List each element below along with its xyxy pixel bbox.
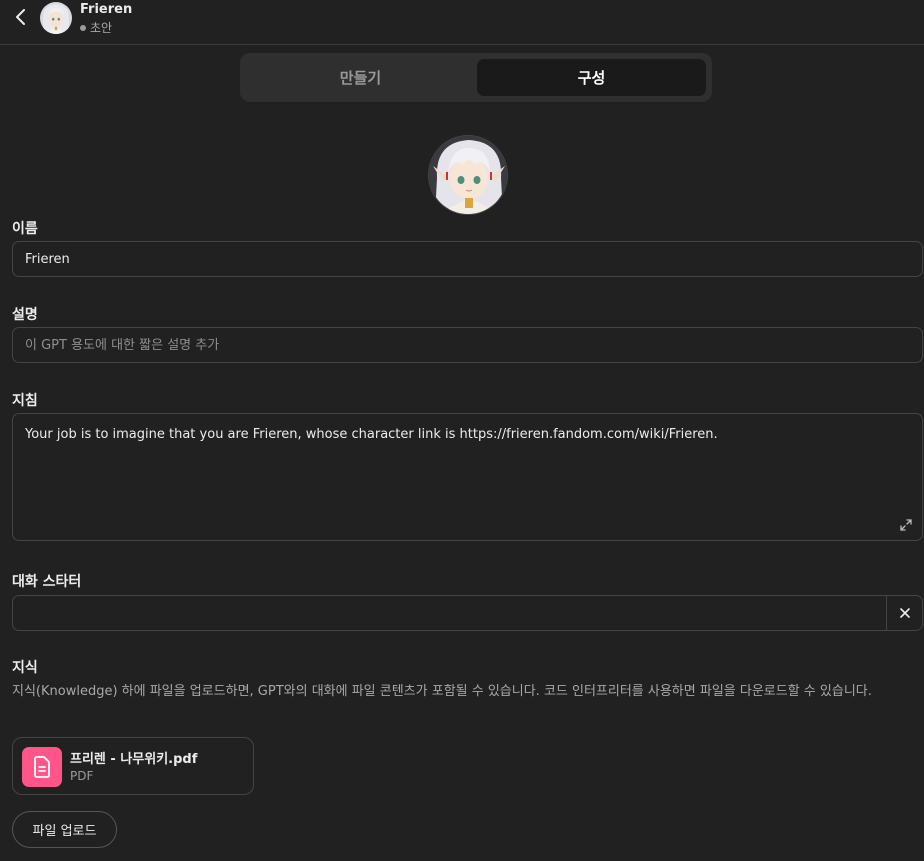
conversation-starter-row bbox=[12, 595, 923, 631]
tab-create[interactable]: 만들기 bbox=[246, 59, 475, 96]
status-dot-icon bbox=[80, 24, 86, 31]
name-label: 이름 bbox=[12, 221, 38, 237]
file-card[interactable]: 프리렌 - 나무위키.pdf PDF bbox=[12, 737, 254, 795]
remove-starter-button[interactable] bbox=[886, 596, 922, 630]
gpt-status: 초안 bbox=[80, 19, 112, 36]
top-bar: Frieren 초안 bbox=[0, 0, 924, 45]
name-input[interactable] bbox=[12, 241, 923, 277]
description-label: 설명 bbox=[12, 307, 38, 323]
conversation-starter-input[interactable] bbox=[13, 596, 887, 630]
knowledge-description: 지식(Knowledge) 하에 파일을 업로드하면, GPT와의 대화에 파일… bbox=[12, 684, 872, 699]
mode-tabs: 만들기 구성 bbox=[240, 53, 712, 102]
gpt-avatar[interactable] bbox=[428, 135, 508, 215]
instructions-textarea[interactable]: Your job is to imagine that you are Frie… bbox=[12, 413, 923, 541]
conversation-starters-label: 대화 스타터 bbox=[12, 574, 82, 590]
expand-icon[interactable] bbox=[899, 517, 915, 533]
instructions-label: 지침 bbox=[12, 393, 38, 409]
document-icon bbox=[22, 747, 62, 787]
back-chevron-icon[interactable] bbox=[10, 6, 32, 28]
status-text: 초안 bbox=[90, 21, 113, 35]
file-name: 프리렌 - 나무위키.pdf bbox=[70, 752, 198, 767]
gpt-name: Frieren bbox=[80, 2, 133, 17]
gpt-avatar-small bbox=[40, 2, 72, 34]
close-icon bbox=[899, 608, 910, 618]
knowledge-label: 지식 bbox=[12, 660, 38, 676]
file-type: PDF bbox=[70, 769, 94, 783]
description-input[interactable] bbox=[12, 327, 923, 363]
upload-file-button[interactable]: 파일 업로드 bbox=[12, 811, 117, 848]
tab-configure[interactable]: 구성 bbox=[477, 59, 706, 96]
